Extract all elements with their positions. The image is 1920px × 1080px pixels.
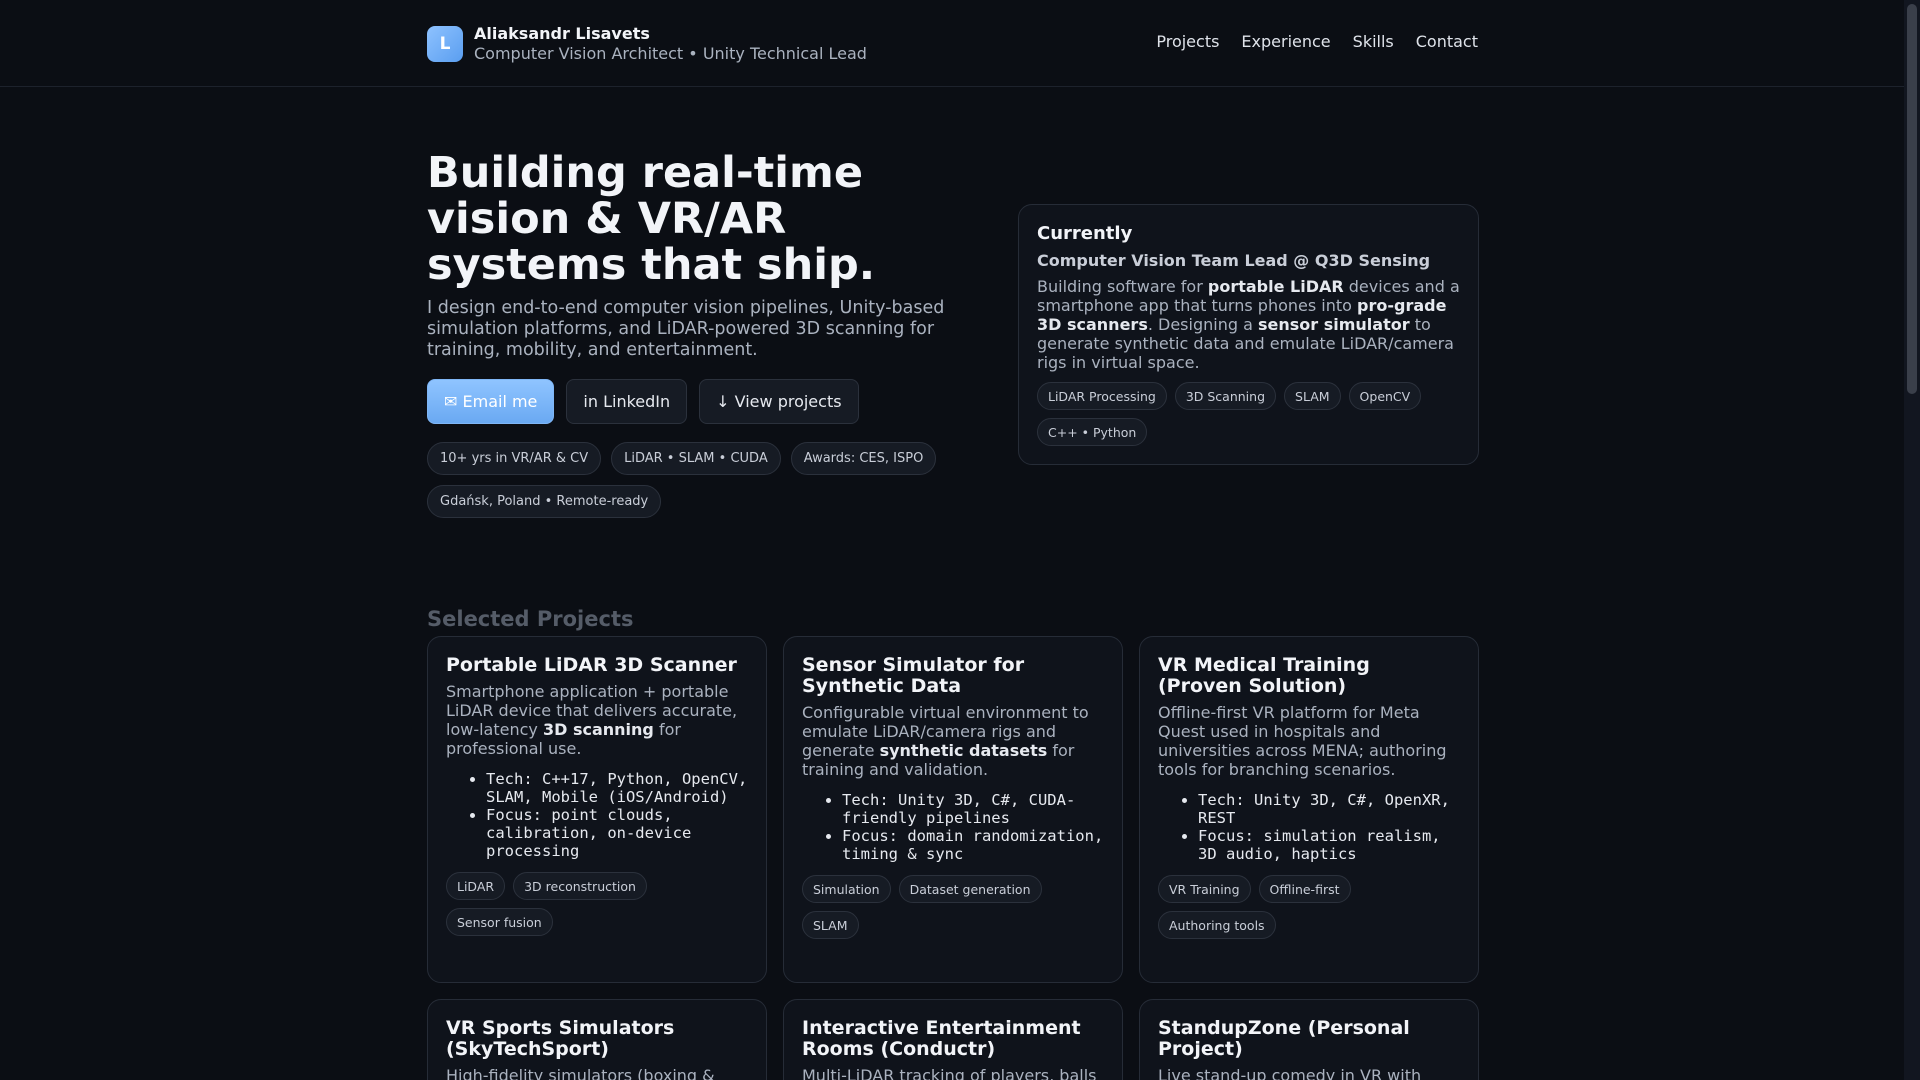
main-nav: Projects Experience Skills Contact	[1156, 32, 1478, 51]
project-tags: Simulation Dataset generation SLAM	[802, 875, 1104, 939]
current-role: Computer Vision Team Lead @ Q3D Sensing	[1037, 251, 1431, 270]
project-description: Configurable virtual environment to emul…	[802, 703, 1089, 779]
project-card[interactable]: VR Medical Training (Proven Solution) Of…	[1139, 636, 1479, 983]
hero: Building real-time vision & VR/AR system…	[427, 150, 992, 518]
project-title: Sensor Simulator for Synthetic Data	[802, 654, 1025, 697]
project-tag: Offline-first	[1258, 875, 1351, 903]
page-scrollbar[interactable]	[1904, 0, 1920, 1080]
hero-tag: LiDAR • SLAM • CUDA	[611, 442, 781, 475]
selected-projects-title: Selected Projects	[427, 607, 634, 631]
project-card[interactable]: StandupZone (Personal Project) Live stan…	[1139, 999, 1479, 1080]
skill-tag: OpenCV	[1348, 382, 1422, 410]
nav-skills[interactable]: Skills	[1353, 32, 1394, 51]
project-title: StandupZone (Personal Project)	[1158, 1017, 1410, 1060]
project-bullet: Focus: simulation realism, 3D audio, hap…	[1198, 827, 1460, 863]
currently-heading: Currently	[1037, 223, 1133, 244]
brand[interactable]: L Aliaksandr Lisavets Computer Vision Ar…	[427, 24, 867, 64]
hero-lead: I design end-to-end computer vision pipe…	[427, 298, 945, 360]
project-description: Multi-LiDAR tracking of players, balls	[802, 1066, 1097, 1080]
project-bullet: Tech: C++17, Python, OpenCV, SLAM, Mobil…	[486, 770, 748, 806]
project-tags: LiDAR 3D reconstruction Sensor fusion	[446, 872, 748, 936]
project-description: High-fidelity simulators (boxing &	[446, 1066, 715, 1080]
project-tag: LiDAR	[446, 872, 506, 900]
project-bullets: Tech: Unity 3D, C#, OpenXR, REST Focus: …	[1198, 791, 1460, 863]
project-tag: SLAM	[802, 911, 859, 939]
project-description: Offline-first VR platform for Meta Quest…	[1158, 703, 1447, 779]
project-bullets: Tech: C++17, Python, OpenCV, SLAM, Mobil…	[486, 770, 748, 860]
logo: L	[427, 26, 463, 62]
currently-card: Currently Computer Vision Team Lead @ Q3…	[1018, 204, 1479, 465]
project-tag: Sensor fusion	[446, 908, 553, 936]
hero-tag: 10+ yrs in VR/AR & CV	[427, 442, 602, 475]
skill-tag: C++ • Python	[1037, 418, 1148, 446]
nav-experience[interactable]: Experience	[1241, 32, 1330, 51]
current-tags: LiDAR Processing 3D Scanning SLAM OpenCV…	[1037, 382, 1460, 446]
project-card[interactable]: Interactive Entertainment Rooms (Conduct…	[783, 999, 1123, 1080]
brand-name: Aliaksandr Lisavets	[474, 24, 650, 43]
hero-tag: Awards: CES, ISPO	[790, 442, 937, 475]
nav-projects[interactable]: Projects	[1156, 32, 1219, 51]
project-tags: VR Training Offline-first Authoring tool…	[1158, 875, 1460, 939]
skill-tag: 3D Scanning	[1174, 382, 1277, 410]
hero-tags: 10+ yrs in VR/AR & CV LiDAR • SLAM • CUD…	[427, 442, 992, 518]
project-bullets: Tech: Unity 3D, C#, CUDA-friendly pipeli…	[842, 791, 1104, 863]
project-description: Live stand-up comedy in VR with	[1158, 1066, 1422, 1080]
project-description: Smartphone application + portable LiDAR …	[446, 682, 738, 758]
view-projects-button[interactable]: ↓ View projects	[699, 379, 859, 424]
scrollbar-thumb[interactable]	[1907, 4, 1917, 394]
skill-tag: LiDAR Processing	[1037, 382, 1167, 410]
project-bullet: Focus: domain randomization, timing & sy…	[842, 827, 1104, 863]
project-card[interactable]: Sensor Simulator for Synthetic Data Conf…	[783, 636, 1123, 983]
project-tag: 3D reconstruction	[513, 872, 647, 900]
skill-tag: SLAM	[1284, 382, 1341, 410]
project-title: Portable LiDAR 3D Scanner	[446, 654, 737, 676]
project-tag: Simulation	[802, 875, 891, 903]
project-tag: Authoring tools	[1158, 911, 1276, 939]
hero-title: Building real-time vision & VR/AR system…	[427, 148, 876, 290]
linkedin-button[interactable]: in LinkedIn	[566, 379, 688, 424]
site-header: L Aliaksandr Lisavets Computer Vision Ar…	[0, 0, 1904, 87]
project-bullet: Tech: Unity 3D, C#, OpenXR, REST	[1198, 791, 1460, 827]
hero-tag: Gdańsk, Poland • Remote-ready	[427, 485, 662, 518]
project-tag: Dataset generation	[898, 875, 1042, 903]
brand-subtitle: Computer Vision Architect • Unity Techni…	[474, 44, 867, 63]
email-button[interactable]: ✉ Email me	[427, 379, 555, 424]
nav-contact[interactable]: Contact	[1416, 32, 1478, 51]
project-bullet: Focus: point clouds, calibration, on-dev…	[486, 806, 748, 860]
project-title: VR Sports Simulators (SkyTechSport)	[446, 1017, 675, 1060]
project-title: VR Medical Training (Proven Solution)	[1158, 654, 1370, 697]
project-bullet: Tech: Unity 3D, C#, CUDA-friendly pipeli…	[842, 791, 1104, 827]
current-description: Building software for portable LiDAR dev…	[1037, 277, 1460, 372]
project-card[interactable]: VR Sports Simulators (SkyTechSport) High…	[427, 999, 767, 1080]
project-title: Interactive Entertainment Rooms (Conduct…	[802, 1017, 1081, 1060]
project-card[interactable]: Portable LiDAR 3D Scanner Smartphone app…	[427, 636, 767, 983]
project-tag: VR Training	[1158, 875, 1251, 903]
